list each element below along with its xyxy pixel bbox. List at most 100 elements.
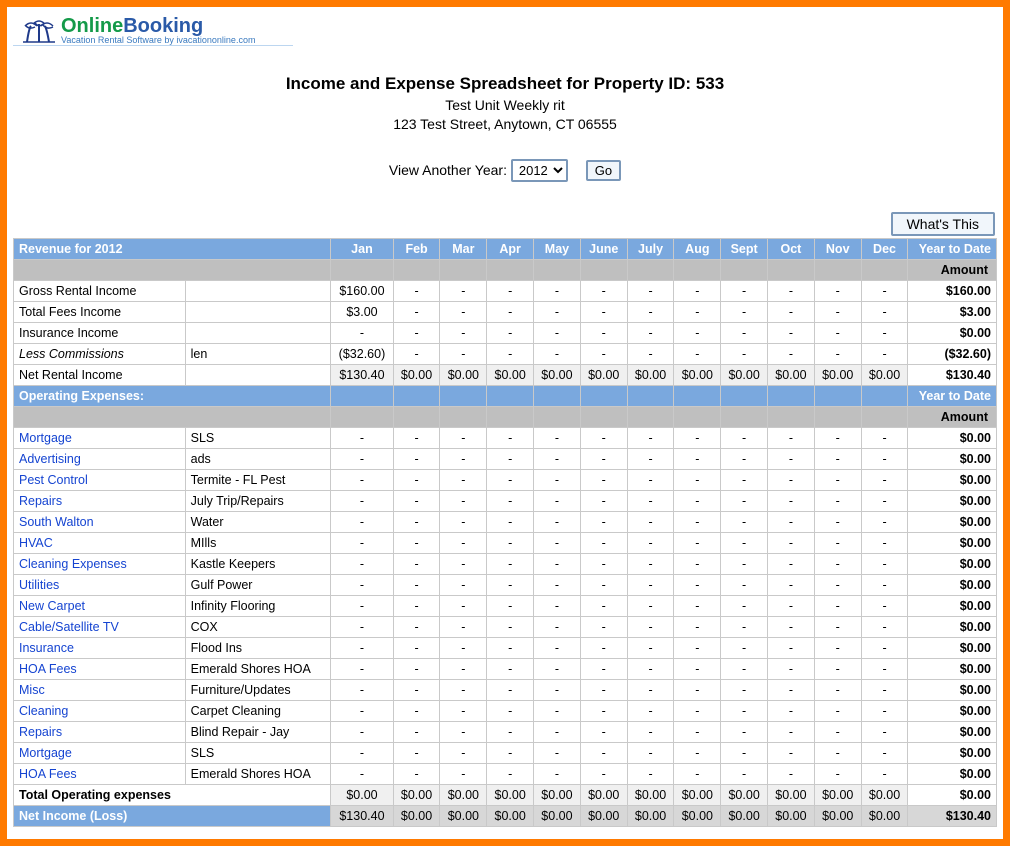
row-label[interactable]: Repairs: [14, 490, 186, 511]
month-cell: -: [331, 679, 393, 700]
month-cell: -: [440, 469, 487, 490]
month-cell: -: [440, 532, 487, 553]
month-cell: $0.00: [627, 784, 674, 805]
month-cell: $0.00: [721, 364, 768, 385]
month-cell: -: [627, 553, 674, 574]
ytd-cell: $0.00: [908, 784, 997, 805]
month-cell: -: [580, 301, 627, 322]
month-cell: -: [393, 616, 440, 637]
month-cell: -: [627, 616, 674, 637]
month-cell: -: [393, 637, 440, 658]
month-cell: -: [440, 448, 487, 469]
row-label[interactable]: New Carpet: [14, 595, 186, 616]
row-label[interactable]: Mortgage: [14, 427, 186, 448]
month-cell: -: [580, 322, 627, 343]
month-cell: -: [580, 553, 627, 574]
month-cell: -: [580, 742, 627, 763]
net-income-row: Net Income (Loss)$130.40$0.00$0.00$0.00$…: [14, 805, 997, 826]
month-cell: -: [721, 322, 768, 343]
month-cell: -: [440, 595, 487, 616]
row-label[interactable]: Utilities: [14, 574, 186, 595]
row-label[interactable]: Insurance: [14, 637, 186, 658]
row-label[interactable]: Misc: [14, 679, 186, 700]
month-cell: -: [861, 616, 908, 637]
month-cell: -: [674, 532, 721, 553]
month-cell: -: [331, 574, 393, 595]
month-cell: -: [627, 679, 674, 700]
month-cell: -: [534, 553, 581, 574]
month-cell: $0.00: [768, 805, 815, 826]
row-label[interactable]: Repairs: [14, 721, 186, 742]
row-label[interactable]: HOA Fees: [14, 658, 186, 679]
month-cell: -: [534, 700, 581, 721]
month-cell: -: [768, 553, 815, 574]
month-cell: -: [861, 448, 908, 469]
year-select[interactable]: 2012: [511, 159, 568, 182]
month-cell: -: [331, 490, 393, 511]
row-label: Gross Rental Income: [14, 280, 186, 301]
logo-text-online: Online: [61, 15, 123, 37]
month-cell: -: [674, 574, 721, 595]
month-cell: -: [440, 427, 487, 448]
go-button[interactable]: Go: [586, 160, 621, 181]
month-cell: -: [580, 469, 627, 490]
month-header: Apr: [487, 238, 534, 259]
month-cell: -: [580, 763, 627, 784]
row-label: Net Income (Loss): [14, 805, 331, 826]
month-cell: -: [487, 322, 534, 343]
month-cell: -: [674, 280, 721, 301]
ytd-cell: $0.00: [908, 742, 997, 763]
jan-cell: $3.00: [331, 301, 393, 322]
logo-tagline: Vacation Rental Software by ivacationonl…: [61, 35, 255, 45]
expense-row: CleaningCarpet Cleaning------------$0.00: [14, 700, 997, 721]
row-label[interactable]: Cable/Satellite TV: [14, 616, 186, 637]
row-label[interactable]: Advertising: [14, 448, 186, 469]
month-cell: -: [331, 700, 393, 721]
month-cell: -: [674, 469, 721, 490]
ytd-cell: ($32.60): [908, 343, 997, 364]
month-cell: -: [331, 532, 393, 553]
row-label[interactable]: South Walton: [14, 511, 186, 532]
month-cell: -: [721, 532, 768, 553]
month-cell: $0.00: [393, 784, 440, 805]
month-cell: -: [440, 700, 487, 721]
month-cell: -: [627, 721, 674, 742]
month-cell: -: [440, 301, 487, 322]
month-cell: -: [674, 700, 721, 721]
month-cell: $0.00: [674, 784, 721, 805]
month-cell: -: [674, 763, 721, 784]
month-cell: $0.00: [814, 805, 861, 826]
month-cell: -: [534, 280, 581, 301]
month-cell: -: [861, 469, 908, 490]
month-cell: -: [861, 637, 908, 658]
row-label[interactable]: HOA Fees: [14, 763, 186, 784]
month-cell: -: [627, 343, 674, 364]
ytd-cell: $0.00: [908, 637, 997, 658]
row-label[interactable]: HVAC: [14, 532, 186, 553]
month-cell: -: [674, 637, 721, 658]
row-label[interactable]: Pest Control: [14, 469, 186, 490]
expense-row: RepairsJuly Trip/Repairs------------$0.0…: [14, 490, 997, 511]
month-cell: $0.00: [721, 784, 768, 805]
month-cell: -: [721, 301, 768, 322]
month-cell: $0.00: [768, 784, 815, 805]
month-cell: -: [814, 616, 861, 637]
ytd-cell: $0.00: [908, 679, 997, 700]
month-cell: -: [861, 343, 908, 364]
month-cell: -: [861, 658, 908, 679]
month-cell: -: [440, 742, 487, 763]
ytd-cell: $0.00: [908, 490, 997, 511]
row-label[interactable]: Cleaning Expenses: [14, 553, 186, 574]
whats-this-button[interactable]: What's This: [891, 212, 995, 236]
month-cell: -: [440, 490, 487, 511]
month-cell: -: [580, 448, 627, 469]
row-label: Total Fees Income: [14, 301, 186, 322]
row-label[interactable]: Mortgage: [14, 742, 186, 763]
month-cell: -: [861, 427, 908, 448]
jan-cell: $130.40: [331, 364, 393, 385]
row-label[interactable]: Cleaning: [14, 700, 186, 721]
month-cell: $0.00: [627, 805, 674, 826]
month-cell: -: [721, 763, 768, 784]
month-cell: -: [768, 658, 815, 679]
month-cell: $0.00: [487, 784, 534, 805]
